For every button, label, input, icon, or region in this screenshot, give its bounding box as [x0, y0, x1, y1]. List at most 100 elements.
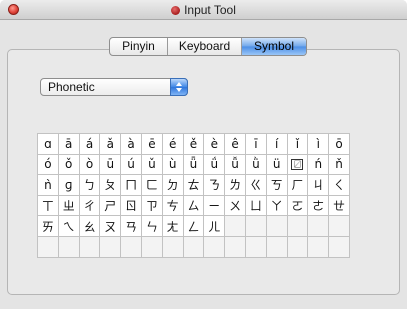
symbol-cell-empty[interactable]	[308, 216, 330, 237]
symbol-cell[interactable]: ɑ	[38, 134, 59, 155]
symbol-cell[interactable]: ē	[141, 134, 163, 155]
symbol-cell[interactable]: í	[266, 134, 288, 155]
symbol-cell[interactable]: ǜ	[245, 154, 267, 176]
symbol-cell[interactable]: ㄝ	[329, 195, 350, 217]
symbol-cell[interactable]: ǘ	[204, 154, 226, 176]
symbol-cell[interactable]: ㄔ	[79, 195, 101, 217]
symbol-cell[interactable]: ê	[225, 134, 246, 155]
symbol-cell-empty[interactable]	[79, 236, 101, 258]
symbol-cell[interactable]: ū	[100, 154, 122, 176]
symbol-cell[interactable]: ɡ	[58, 175, 80, 196]
symbol-cell[interactable]: ǒ	[58, 154, 80, 176]
symbol-cell[interactable]: ㄡ	[100, 216, 122, 237]
symbol-cell[interactable]: ㄚ	[266, 195, 288, 217]
symbol-cell[interactable]: ī	[245, 134, 267, 155]
symbol-cell[interactable]: ㄣ	[141, 216, 163, 237]
symbol-cell[interactable]: ā	[58, 134, 80, 155]
symbol-cell[interactable]: ㄑ	[329, 175, 350, 196]
symbol-cell-empty[interactable]	[266, 216, 288, 237]
symbol-cell-empty[interactable]	[329, 236, 350, 258]
symbol-cell-empty[interactable]	[58, 236, 80, 258]
symbol-cell[interactable]: ㄓ	[58, 195, 80, 217]
symbol-cell[interactable]: ō	[329, 134, 350, 155]
symbol-cell[interactable]: ㄆ	[100, 175, 122, 196]
symbol-cell[interactable]: ㄟ	[58, 216, 80, 237]
symbol-cell[interactable]: ù	[162, 154, 184, 176]
symbol-cell-empty[interactable]	[225, 216, 246, 237]
symbol-cell-empty[interactable]	[100, 236, 122, 258]
symbol-cell[interactable]: ㄐ	[308, 175, 330, 196]
symbol-cell[interactable]: ò	[79, 154, 101, 176]
symbol-cell[interactable]: ㄎ	[266, 175, 288, 196]
symbol-cell[interactable]: ㄥ	[183, 216, 205, 237]
symbol-cell[interactable]: ㄩ	[245, 195, 267, 217]
symbol-cell-empty[interactable]	[287, 236, 309, 258]
symbol-cell[interactable]: ㄏ	[287, 175, 309, 196]
tab-symbol[interactable]: Symbol	[242, 38, 306, 55]
app-icon	[171, 6, 181, 15]
symbol-cell[interactable]: ㄕ	[100, 195, 122, 217]
symbol-cell[interactable]: á	[79, 134, 101, 155]
symbol-cell[interactable]: à	[121, 134, 142, 155]
symbol-cell-empty[interactable]	[266, 236, 288, 258]
symbol-cell-empty[interactable]	[38, 236, 59, 258]
symbol-cell[interactable]: ㄉ	[162, 175, 184, 196]
symbol-cell[interactable]: è	[204, 134, 226, 155]
symbol-cell[interactable]: ㄠ	[79, 216, 101, 237]
symbol-cell[interactable]: ㄌ	[225, 175, 246, 196]
tab-bar: Pinyin Keyboard Symbol	[109, 37, 307, 56]
symbol-cell[interactable]: ň	[329, 154, 350, 176]
symbol-cell[interactable]: ㄜ	[308, 195, 330, 217]
symbol-cell-empty[interactable]	[141, 236, 163, 258]
symbol-cell[interactable]: ㄒ	[38, 195, 59, 217]
symbol-cell[interactable]: ㄇ	[121, 175, 142, 196]
symbol-cell[interactable]: ó	[38, 154, 59, 176]
symbol-cell[interactable]: ㄛ	[287, 195, 309, 217]
tab-keyboard[interactable]: Keyboard	[168, 38, 242, 55]
symbol-cell[interactable]: ě	[183, 134, 205, 155]
symbol-cell[interactable]: ǖ	[183, 154, 205, 176]
symbol-cell-empty[interactable]	[308, 236, 330, 258]
symbol-cell[interactable]: é	[162, 134, 184, 155]
symbol-cell[interactable]: ㄍ	[245, 175, 267, 196]
symbol-cell[interactable]: ㄖ	[121, 195, 142, 217]
symbol-cell-empty[interactable]	[287, 216, 309, 237]
symbol-cell-empty[interactable]	[245, 236, 267, 258]
symbol-cell-empty[interactable]	[225, 236, 246, 258]
symbol-cell[interactable]: ㄙ	[183, 195, 205, 217]
symbol-grid: ɑāáǎàēéěèêīíǐìō óǒòūúǔùǖǘǚǜü〼ńň ǹɡㄅㄆㄇㄈㄉㄊㄋㄌ…	[37, 133, 350, 258]
symbol-cell[interactable]: ㄢ	[121, 216, 142, 237]
symbol-cell[interactable]: ㄦ	[204, 216, 226, 237]
symbol-cell[interactable]: ㄋ	[204, 175, 226, 196]
symbol-cell-empty[interactable]	[329, 216, 350, 237]
symbol-cell[interactable]: 〼	[287, 154, 309, 176]
symbol-cell-empty[interactable]	[204, 236, 226, 258]
symbol-cell[interactable]: ㄨ	[225, 195, 246, 217]
window-title-text: Input Tool	[184, 3, 236, 17]
symbol-cell-text: 〼	[291, 158, 304, 170]
symbol-cell[interactable]: ń	[308, 154, 330, 176]
symbol-cell[interactable]: ㄅ	[79, 175, 101, 196]
symbol-cell[interactable]: ㄘ	[162, 195, 184, 217]
symbol-cell[interactable]: ì	[308, 134, 330, 155]
symbol-cell[interactable]: ǔ	[141, 154, 163, 176]
symbol-cell[interactable]: ǚ	[225, 154, 246, 176]
symbol-cell-empty[interactable]	[245, 216, 267, 237]
symbol-cell[interactable]: ǹ	[38, 175, 59, 196]
symbol-category-select[interactable]: Phonetic	[40, 78, 188, 96]
symbol-cell[interactable]: ǐ	[287, 134, 309, 155]
symbol-cell-empty[interactable]	[183, 236, 205, 258]
symbol-cell[interactable]: ㄞ	[38, 216, 59, 237]
symbol-cell[interactable]: ㄈ	[141, 175, 163, 196]
symbol-cell[interactable]: ㄤ	[162, 216, 184, 237]
symbol-cell[interactable]: ㄊ	[183, 175, 205, 196]
symbol-cell-empty[interactable]	[121, 236, 142, 258]
symbol-cell[interactable]: ㄗ	[141, 195, 163, 217]
symbol-cell[interactable]: ǎ	[100, 134, 122, 155]
symbol-cell[interactable]: ú	[121, 154, 142, 176]
title-bar[interactable]: Input Tool	[0, 0, 407, 20]
symbol-cell-empty[interactable]	[162, 236, 184, 258]
symbol-cell[interactable]: ㄧ	[204, 195, 226, 217]
symbol-cell[interactable]: ü	[266, 154, 288, 176]
tab-pinyin[interactable]: Pinyin	[110, 38, 168, 55]
